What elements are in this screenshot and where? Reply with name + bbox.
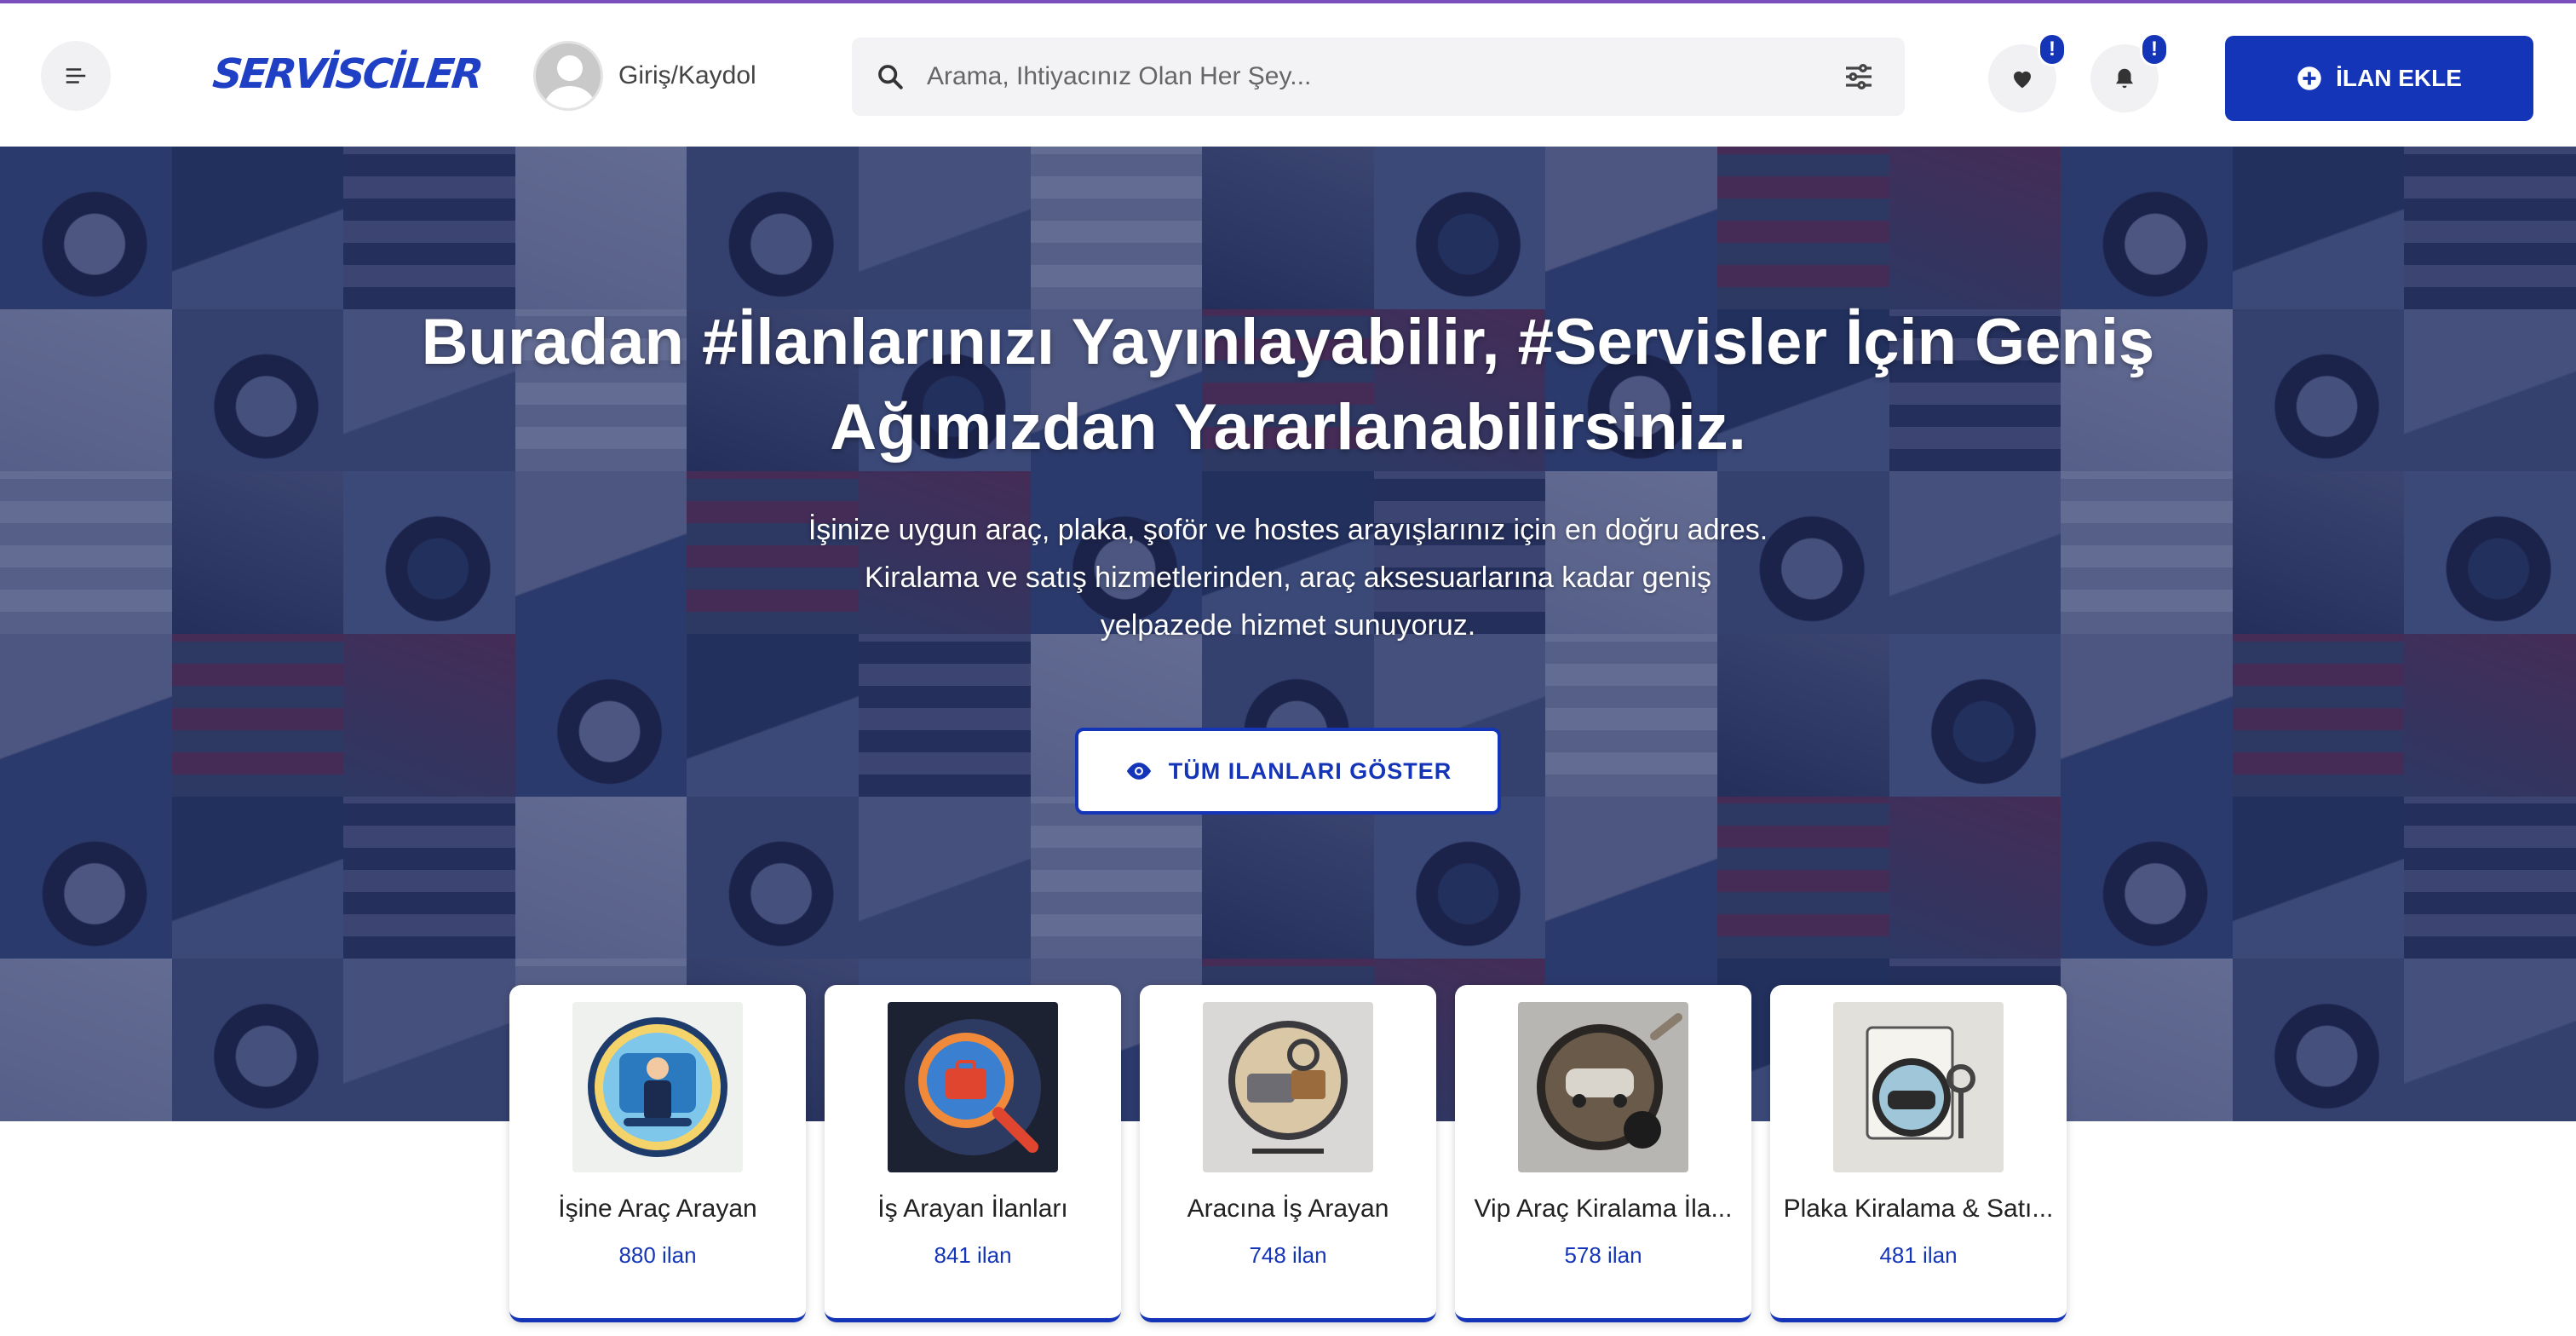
site-logo[interactable]: SERVİSCİLER bbox=[210, 44, 484, 104]
filter-sliders-icon[interactable] bbox=[1842, 60, 1876, 94]
favorites-badge: ! bbox=[2038, 32, 2067, 66]
favorites-button[interactable]: ! bbox=[1988, 32, 2067, 112]
hero-desc-line-2: Kiralama ve satış hizmetlerinden, araç a… bbox=[864, 561, 1712, 594]
driver-badge-icon bbox=[572, 1002, 743, 1172]
hero-description: İşinize uygun araç, plaka, şoför ve host… bbox=[699, 506, 1877, 649]
menu-button[interactable] bbox=[41, 41, 111, 111]
hero-section: Buradan #İlanlarınızı Yayınlayabilir, #S… bbox=[0, 147, 2576, 1121]
category-count: 578 ilan bbox=[1564, 1242, 1642, 1268]
category-card-plate-rental[interactable]: Plaka Kiralama & Satı... 481 ilan bbox=[1770, 985, 2067, 1322]
show-all-listings-button[interactable]: TÜM ILANLARI GÖSTER bbox=[1075, 728, 1501, 815]
hero-title: Buradan #İlanlarınızı Yayınlayabilir, #S… bbox=[324, 300, 2252, 470]
login-label: Giriş/Kaydol bbox=[618, 61, 756, 89]
category-card-vip-rental[interactable]: Vip Araç Kiralama İla... 578 ilan bbox=[1455, 985, 1751, 1322]
category-count: 841 ilan bbox=[934, 1242, 1012, 1268]
category-card-vehicle-for-job[interactable]: Aracına İş Arayan 748 ilan bbox=[1140, 985, 1436, 1322]
login-button[interactable]: Giriş/Kaydol bbox=[533, 41, 756, 111]
category-card-job-seekers[interactable]: İş Arayan İlanları 841 ilan bbox=[825, 985, 1121, 1322]
hero-title-line-1: Buradan #İlanlarınızı Yayınlayabilir, #S… bbox=[421, 306, 2155, 378]
heart-icon bbox=[2014, 71, 2031, 89]
category-title: Plaka Kiralama & Satı... bbox=[1783, 1195, 2054, 1223]
add-listing-button[interactable]: İLAN EKLE bbox=[2225, 36, 2533, 121]
eye-icon bbox=[1126, 763, 1151, 780]
category-title: İşine Araç Arayan bbox=[558, 1195, 757, 1223]
hero-desc-line-1: İşinize uygun araç, plaka, şoför ve host… bbox=[808, 514, 1768, 546]
search-bar bbox=[852, 37, 1905, 116]
category-title: Aracına İş Arayan bbox=[1187, 1195, 1389, 1223]
site-header: SERVİSCİLER Giriş/Kaydol ! ! İLAN EKLE bbox=[0, 3, 2576, 147]
page-root: SERVİSCİLER Giriş/Kaydol ! ! İLAN EKLE bbox=[0, 0, 2576, 1336]
category-count: 481 ilan bbox=[1879, 1242, 1958, 1268]
vip-car-key-icon bbox=[1518, 1002, 1688, 1172]
plus-circle-icon bbox=[2297, 66, 2321, 90]
menu-icon bbox=[66, 68, 86, 84]
bell-icon bbox=[2116, 68, 2133, 89]
plate-keys-icon bbox=[1833, 1002, 2004, 1172]
category-cards: İşine Araç Arayan 880 ilan İş Arayan İla… bbox=[509, 985, 2067, 1326]
hero-title-line-2: Ağımızdan Yararlanabilirsiniz. bbox=[830, 391, 1746, 464]
search-input[interactable] bbox=[927, 62, 1842, 91]
van-briefcase-icon bbox=[1203, 1002, 1373, 1172]
add-listing-label: İLAN EKLE bbox=[2336, 65, 2462, 91]
avatar bbox=[533, 41, 603, 111]
briefcase-search-icon bbox=[888, 1002, 1058, 1172]
notifications-badge: ! bbox=[2140, 32, 2169, 66]
category-title: İş Arayan İlanları bbox=[877, 1195, 1068, 1223]
category-count: 880 ilan bbox=[618, 1242, 697, 1268]
notifications-button[interactable]: ! bbox=[2090, 32, 2169, 112]
show-all-label: TÜM ILANLARI GÖSTER bbox=[1168, 757, 1452, 784]
category-card-vehicle-seekers[interactable]: İşine Araç Arayan 880 ilan bbox=[509, 985, 806, 1322]
search-icon bbox=[878, 65, 903, 89]
category-count: 748 ilan bbox=[1249, 1242, 1327, 1268]
hero-desc-line-3: yelpazede hizmet sunuyoruz. bbox=[1100, 609, 1476, 642]
category-title: Vip Araç Kiralama İla... bbox=[1474, 1195, 1733, 1223]
